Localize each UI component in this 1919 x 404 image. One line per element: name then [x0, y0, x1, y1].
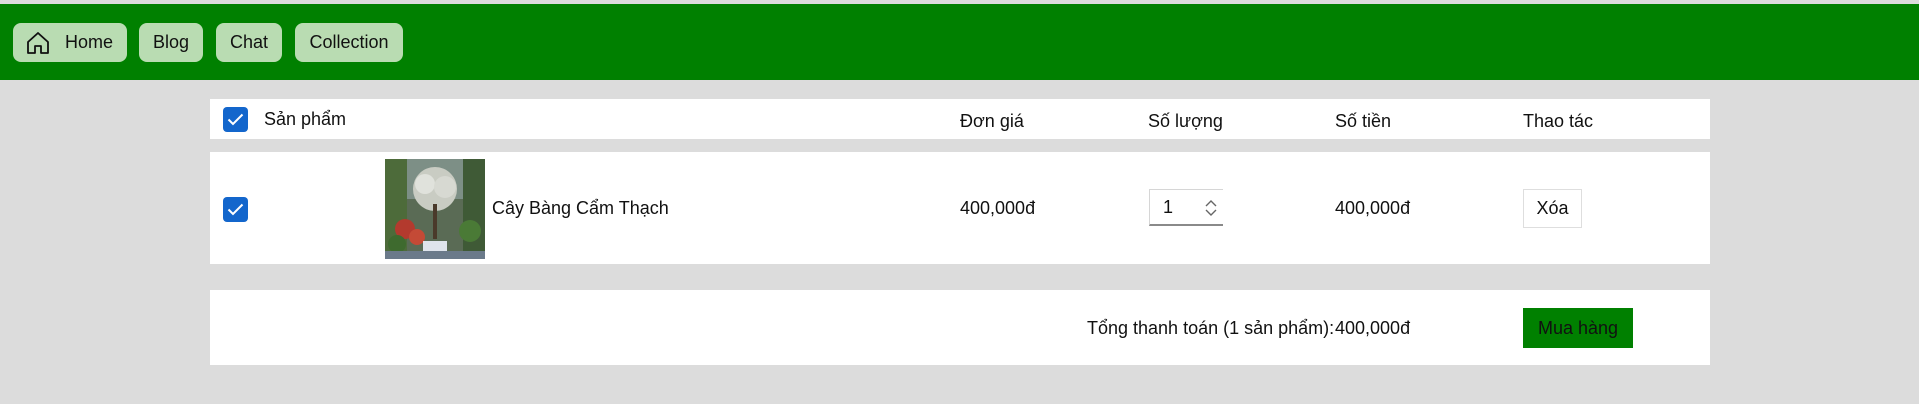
- nav-collection-label: Collection: [309, 32, 389, 52]
- nav-chat-button[interactable]: Chat: [216, 23, 282, 62]
- amount-value: 400,000đ: [1335, 198, 1411, 218]
- up-down-arrows-icon[interactable]: [1202, 198, 1220, 218]
- total-label: Tổng thanh toán (1 sản phẩm):: [1087, 318, 1335, 338]
- quantity-stepper[interactable]: 1: [1149, 189, 1223, 226]
- nav-collection-button[interactable]: Collection: [295, 23, 403, 62]
- buy-button-label: Mua hàng: [1537, 317, 1619, 338]
- delete-button[interactable]: Xóa: [1523, 189, 1582, 228]
- quantity-column-header: Số lượng: [1148, 111, 1223, 131]
- nav-blog-label: Blog: [152, 32, 190, 52]
- nav-chat-label: Chat: [229, 32, 269, 52]
- nav-home-button[interactable]: Home: [13, 23, 127, 62]
- plant-photo-icon: [385, 159, 485, 259]
- total-value: 400,000đ: [1335, 318, 1411, 338]
- check-icon: [227, 203, 244, 216]
- buy-button[interactable]: Mua hàng: [1523, 308, 1633, 348]
- product-column-header: Sản phẩm: [264, 109, 347, 129]
- checkout-summary-row: Tổng thanh toán (1 sản phẩm): 400,000đ M…: [210, 290, 1710, 365]
- select-all-checkbox[interactable]: [223, 107, 248, 132]
- product-image: [385, 159, 485, 259]
- quantity-value: 1: [1163, 197, 1174, 217]
- unit-price-column-header: Đơn giá: [960, 111, 1024, 131]
- nav-blog-button[interactable]: Blog: [139, 23, 203, 62]
- product-name[interactable]: Cây Bàng Cẩm Thạch: [492, 198, 669, 219]
- nav-home-label: Home: [65, 32, 114, 52]
- check-icon: [227, 113, 244, 126]
- actions-column-header: Thao tác: [1523, 111, 1594, 131]
- home-icon: [25, 30, 51, 56]
- delete-button-label: Xóa: [1536, 198, 1569, 218]
- item-checkbox[interactable]: [223, 197, 248, 222]
- unit-price-value: 400,000đ: [960, 198, 1036, 218]
- cart-item-row: Cây Bàng Cẩm Thạch 400,000đ 1 400,000đ X…: [210, 152, 1710, 264]
- top-nav-bar: Home Blog Chat Collection: [0, 4, 1919, 80]
- amount-column-header: Số tiền: [1335, 111, 1392, 131]
- cart-header-row: Sản phẩm Đơn giá Số lượng Số tiền Thao t…: [210, 99, 1710, 139]
